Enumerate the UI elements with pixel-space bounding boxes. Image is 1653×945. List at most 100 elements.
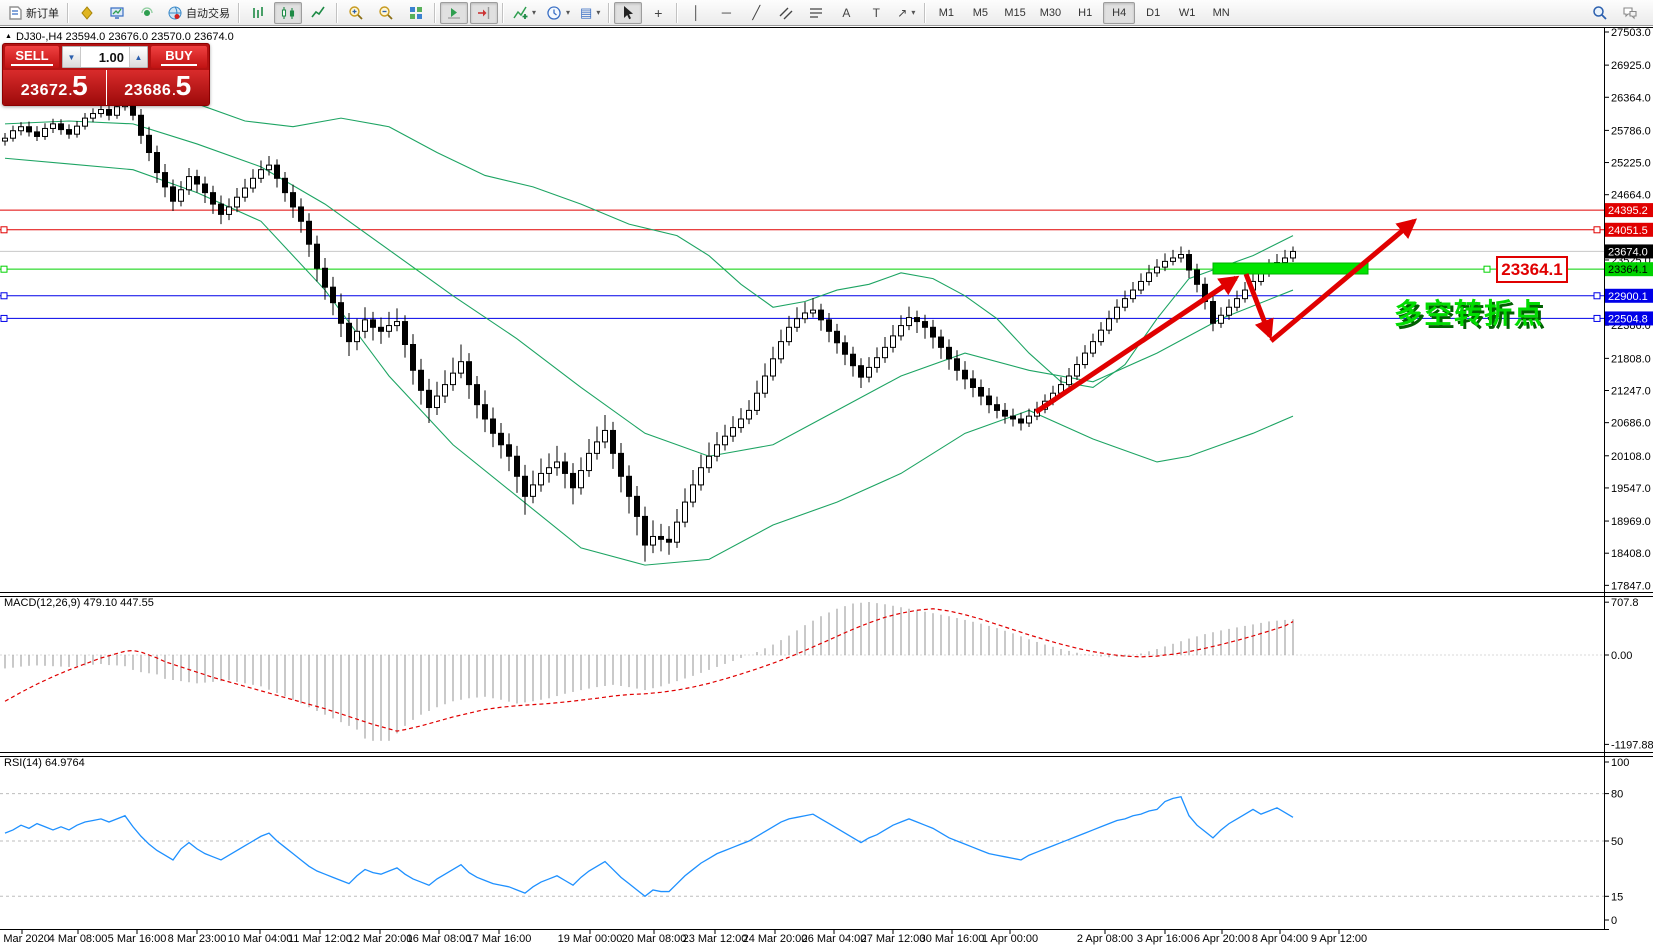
text-button[interactable]: A: [832, 2, 860, 24]
svg-text:16 Mar 08:00: 16 Mar 08:00: [407, 933, 472, 945]
svg-text:23364.1: 23364.1: [1608, 264, 1648, 276]
sell-button[interactable]: SELL: [5, 46, 59, 68]
macd-pane: [0, 602, 1604, 741]
toolbar-separator: [502, 3, 504, 23]
vline-button[interactable]: │: [682, 2, 710, 24]
timeframe-button-w1[interactable]: W1: [1171, 2, 1203, 24]
periods-button[interactable]: ▾: [542, 2, 574, 24]
dropdown-arrow-icon[interactable]: ▾: [911, 8, 915, 17]
zoom-out-button[interactable]: [372, 2, 400, 24]
toolbar-separator: [67, 3, 69, 23]
timeframe-button-m5[interactable]: M5: [964, 2, 996, 24]
new-order-button-label: 新订单: [26, 5, 59, 21]
dropdown-arrow-icon[interactable]: ▾: [566, 8, 570, 17]
timeframe-button-d1[interactable]: D1: [1137, 2, 1169, 24]
toolbar: 新订单自动交易▾▾▤▾+│─╱AT↗▾M1M5M15M30H1H4D1W1MN: [0, 0, 1653, 26]
hline-button[interactable]: ─: [712, 2, 740, 24]
templates-button[interactable]: ▤▾: [576, 2, 604, 24]
line-chart-button[interactable]: [304, 2, 332, 24]
dropdown-arrow-icon[interactable]: ▾: [596, 8, 600, 17]
indicators-button[interactable]: ▾: [508, 2, 540, 24]
volume-increase-button[interactable]: ▲: [129, 47, 147, 67]
channel-button[interactable]: [772, 2, 800, 24]
svg-text:24664.0: 24664.0: [1611, 190, 1651, 202]
hline-22900-1-marker[interactable]: [1594, 293, 1600, 299]
fibonacci-button[interactable]: [802, 2, 830, 24]
tile-windows-button[interactable]: [402, 2, 430, 24]
chat-button[interactable]: [1616, 2, 1644, 24]
svg-text:6 Apr 20:00: 6 Apr 20:00: [1194, 933, 1250, 945]
chat-icon: [1622, 5, 1638, 21]
dropdown-arrow-icon[interactable]: ▾: [532, 8, 536, 17]
buy-button[interactable]: BUY: [151, 46, 207, 68]
svg-text:26364.0: 26364.0: [1611, 92, 1651, 104]
trendline-button[interactable]: ╱: [742, 2, 770, 24]
template-icon: ▤: [580, 6, 592, 19]
label-button[interactable]: T: [862, 2, 890, 24]
svg-text:26925.0: 26925.0: [1611, 60, 1651, 72]
hline-22504-8-marker[interactable]: [1, 315, 7, 321]
globe-icon: [167, 5, 183, 21]
candlestick-button[interactable]: [274, 2, 302, 24]
support-zone-bar[interactable]: [1213, 263, 1368, 274]
svg-text:17 Mar 16:00: 17 Mar 16:00: [467, 933, 532, 945]
toolbar-separator: [238, 3, 240, 23]
auto-trading-button[interactable]: 自动交易: [163, 2, 234, 24]
candlesticks: [3, 96, 1296, 562]
tile-icon: [408, 5, 424, 21]
timeframe-button-h4[interactable]: H4: [1103, 2, 1135, 24]
svg-text:3 Apr 16:00: 3 Apr 16:00: [1137, 933, 1193, 945]
auto-scroll-button[interactable]: [440, 2, 468, 24]
bar-chart-button[interactable]: [244, 2, 272, 24]
cursor-button[interactable]: [614, 2, 642, 24]
svg-text:18969.0: 18969.0: [1611, 516, 1651, 528]
volume-input[interactable]: [81, 47, 129, 67]
search-button[interactable]: [1586, 2, 1614, 24]
timeframe-button-mn[interactable]: MN: [1205, 2, 1237, 24]
macd-indicator-label: MACD(12,26,9) 479.10 447.55: [4, 597, 154, 609]
svg-text:25225.0: 25225.0: [1611, 158, 1651, 170]
arrows-button[interactable]: ↗▾: [892, 2, 920, 24]
price-level-text-box[interactable]: 23364.1: [1496, 256, 1568, 283]
panel-collapse-icon[interactable]: ▲: [5, 33, 12, 40]
market-watch-button[interactable]: [73, 2, 101, 24]
timeframe-button-m30[interactable]: M30: [1034, 2, 1067, 24]
zoom-out-icon: [378, 5, 394, 21]
chart-shift-button[interactable]: [470, 2, 498, 24]
svg-text:8 Apr 04:00: 8 Apr 04:00: [1252, 933, 1308, 945]
timeframe-button-m15[interactable]: M15: [998, 2, 1031, 24]
trend-arrow-3[interactable]: [1271, 221, 1414, 341]
svg-text:100: 100: [1611, 757, 1629, 769]
time-axis[interactable]: 3 Mar 20204 Mar 08:005 Mar 16:008 Mar 23…: [0, 930, 1367, 945]
volume-decrease-button[interactable]: ▼: [63, 47, 81, 67]
hline-24051-5-marker[interactable]: [1594, 227, 1600, 233]
turning-point-annotation[interactable]: 多空转折点: [1394, 292, 1544, 332]
hline-23364-1-marker[interactable]: [1, 266, 7, 272]
price-axis[interactable]: 27503.026925.026364.025786.025225.024664…: [1604, 27, 1653, 927]
svg-text:26 Mar 04:00: 26 Mar 04:00: [802, 933, 867, 945]
buy-price[interactable]: 23686.5: [107, 70, 210, 105]
sell-price[interactable]: 23672.5: [3, 70, 107, 105]
timeframe-button-h1[interactable]: H1: [1069, 2, 1101, 24]
hline-22504-8-marker[interactable]: [1594, 315, 1600, 321]
svg-text:21247.0: 21247.0: [1611, 386, 1651, 398]
timeframe-button-m1[interactable]: M1: [930, 2, 962, 24]
hline-23364-1-marker[interactable]: [1484, 266, 1490, 272]
hline-22900-1-marker[interactable]: [1, 293, 7, 299]
line-chart-icon: [310, 5, 326, 21]
toolbar-separator: [608, 3, 610, 23]
signals-button[interactable]: [133, 2, 161, 24]
svg-text:8 Mar 23:00: 8 Mar 23:00: [168, 933, 227, 945]
new-order-button[interactable]: 新订单: [3, 2, 63, 24]
svg-text:10 Mar 04:00: 10 Mar 04:00: [228, 933, 293, 945]
data-window-button[interactable]: [103, 2, 131, 24]
volume-control: ▼ ▲: [62, 46, 148, 68]
trend-arrow-2[interactable]: [1246, 274, 1270, 336]
label-icon: T: [873, 7, 880, 19]
svg-text:24051.5: 24051.5: [1608, 225, 1648, 237]
zoom-in-button[interactable]: [342, 2, 370, 24]
fibonacci-icon: [808, 5, 824, 21]
hline-24051-5-marker[interactable]: [1, 227, 7, 233]
toolbar-separator: [924, 3, 926, 23]
crosshair-button[interactable]: +: [644, 2, 672, 24]
